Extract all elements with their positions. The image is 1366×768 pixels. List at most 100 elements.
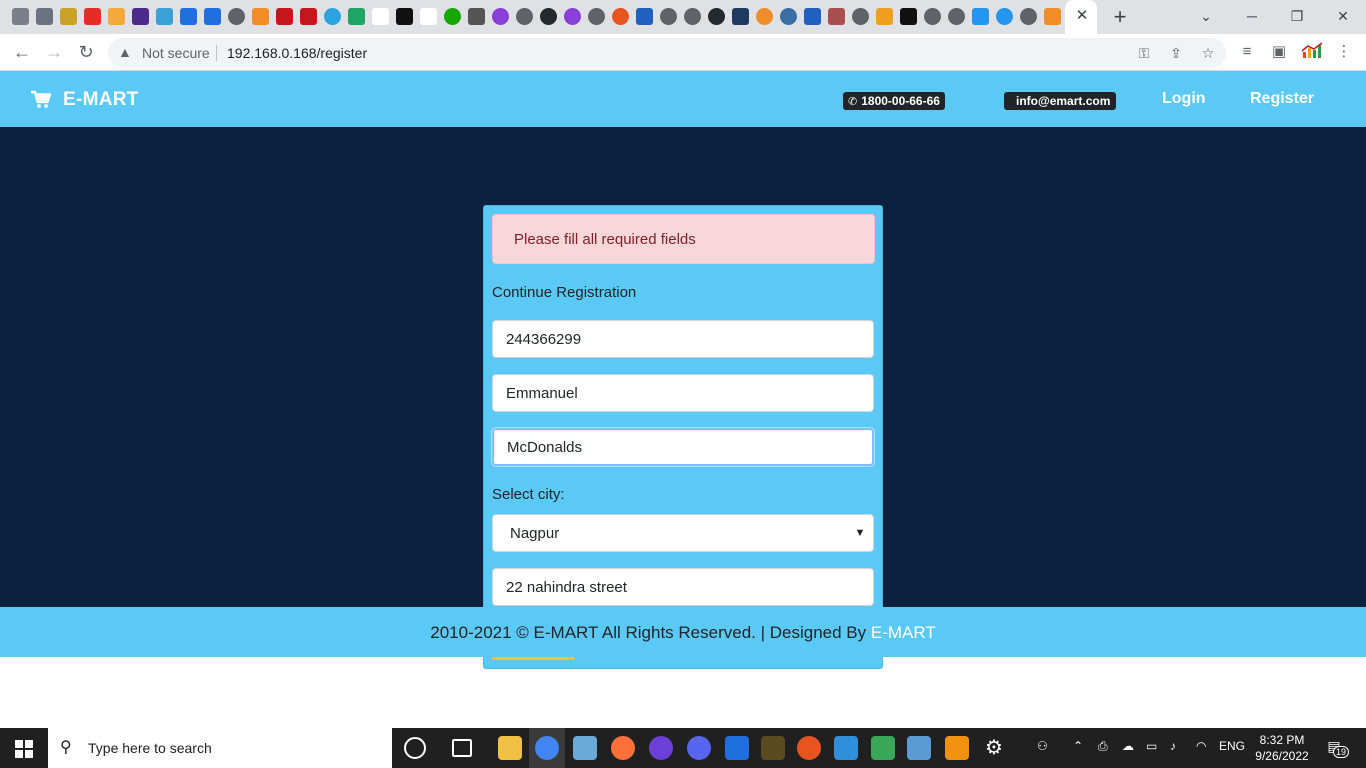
tab-favicon[interactable] xyxy=(1020,8,1037,25)
google-icon[interactable] xyxy=(420,8,437,25)
city-selected-value[interactable]: Nagpur xyxy=(510,525,559,542)
nav-login-link[interactable]: Login xyxy=(1162,90,1206,108)
close-tab-icon[interactable]: ✕ xyxy=(1074,7,1090,25)
reload-button[interactable]: ↻ xyxy=(74,40,98,64)
dev-icon[interactable] xyxy=(396,8,413,25)
last-name-input[interactable] xyxy=(492,428,874,466)
taskbar-clock[interactable]: 8:32 PM 9/26/2022 xyxy=(1254,732,1310,764)
volume-icon[interactable]: ♪ xyxy=(1170,739,1176,753)
tab-favicon[interactable] xyxy=(132,8,149,25)
chrome-icon[interactable] xyxy=(535,736,559,760)
tab-favicon[interactable] xyxy=(756,8,773,25)
tab-favicon[interactable] xyxy=(636,8,653,25)
docker-icon[interactable] xyxy=(972,8,989,25)
language-indicator[interactable]: ENG xyxy=(1219,739,1245,753)
tab-favicon[interactable] xyxy=(876,8,893,25)
tab-favicon[interactable] xyxy=(564,8,581,25)
tab-favicon[interactable] xyxy=(252,8,269,25)
tab-favicon[interactable] xyxy=(108,8,125,25)
close-window-button[interactable]: ✕ xyxy=(1331,5,1355,27)
phone-input[interactable] xyxy=(492,320,874,358)
taskbar-app-icon[interactable] xyxy=(797,736,821,760)
github-icon[interactable] xyxy=(540,8,557,25)
chevron-down-icon[interactable]: ▼ xyxy=(853,525,867,541)
back-button[interactable]: ← xyxy=(10,40,34,64)
virtualbox-icon[interactable] xyxy=(907,736,931,760)
tab-favicon[interactable] xyxy=(156,8,173,25)
sublime-icon[interactable] xyxy=(945,736,969,760)
new-tab-button[interactable]: + xyxy=(1108,4,1132,30)
menu-icon[interactable]: ⋮ xyxy=(1332,40,1356,64)
cortana-icon[interactable] xyxy=(404,737,426,759)
extension-chart-icon[interactable] xyxy=(1300,40,1326,62)
vscode-icon[interactable] xyxy=(834,736,858,760)
tab-favicon[interactable] xyxy=(780,8,797,25)
taskbar-app-icon[interactable] xyxy=(871,736,895,760)
tab-favicon[interactable] xyxy=(276,8,293,25)
taskbar-app-icon[interactable] xyxy=(725,736,749,760)
warning-icon[interactable]: ▲ xyxy=(118,43,134,61)
tab-favicon[interactable] xyxy=(36,8,53,25)
tray-cloud-icon[interactable]: ☁ xyxy=(1122,739,1134,753)
footer-brand-link[interactable]: E-MART xyxy=(871,623,936,642)
address-input[interactable] xyxy=(492,568,874,606)
youtube-icon[interactable] xyxy=(84,8,101,25)
firefox-icon[interactable] xyxy=(611,736,635,760)
reading-list-icon[interactable]: ≡ xyxy=(1235,40,1259,64)
tab-favicon[interactable] xyxy=(828,8,845,25)
restore-button[interactable]: ❐ xyxy=(1285,5,1309,27)
tab-favicon[interactable] xyxy=(804,8,821,25)
tab-favicon[interactable] xyxy=(900,8,917,25)
side-panel-icon[interactable]: ▣ xyxy=(1267,40,1291,64)
tab-favicon[interactable] xyxy=(996,8,1013,25)
taskbar-app-icon[interactable] xyxy=(649,736,673,760)
tab-favicon[interactable] xyxy=(204,8,221,25)
taskbar-app-icon[interactable] xyxy=(761,736,785,760)
forward-button[interactable]: → xyxy=(42,40,66,64)
city-select[interactable]: Nagpur ▼ xyxy=(492,514,874,552)
tab-favicon[interactable] xyxy=(492,8,509,25)
github-icon[interactable] xyxy=(708,8,725,25)
tab-search-icon[interactable]: ⌄ xyxy=(1194,5,1218,27)
first-name-input[interactable] xyxy=(492,374,874,412)
notification-center-button[interactable]: ▤ 19 xyxy=(1322,738,1350,758)
tab-favicon[interactable] xyxy=(948,8,965,25)
key-icon[interactable]: ⚿ xyxy=(1133,42,1155,64)
battery-icon[interactable]: ▭ xyxy=(1146,739,1157,753)
drive-icon[interactable] xyxy=(348,8,365,25)
minimize-button[interactable]: ─ xyxy=(1240,5,1264,27)
cart-icon[interactable] xyxy=(30,89,52,109)
tab-favicon[interactable] xyxy=(228,8,245,25)
upwork-icon[interactable] xyxy=(444,8,461,25)
taskbar-app-icon[interactable] xyxy=(573,736,597,760)
wifi-icon[interactable]: ◠ xyxy=(1196,739,1206,753)
tab-favicon[interactable] xyxy=(588,8,605,25)
brand-logo-link[interactable]: E-MART xyxy=(63,89,139,111)
tab-favicon[interactable] xyxy=(732,8,749,25)
tab-favicon[interactable] xyxy=(612,8,629,25)
tab-favicon[interactable] xyxy=(60,8,77,25)
tray-chevron-up-icon[interactable]: ⌃ xyxy=(1073,739,1083,753)
tab-favicon[interactable] xyxy=(660,8,677,25)
tab-favicon[interactable] xyxy=(924,8,941,25)
star-icon[interactable]: ☆ xyxy=(1197,42,1219,64)
discord-icon[interactable] xyxy=(687,736,711,760)
tab-favicon[interactable] xyxy=(468,8,485,25)
settings-gear-icon[interactable]: ⚙ xyxy=(982,736,1006,760)
nav-register-link[interactable]: Register xyxy=(1250,90,1314,108)
tray-device-icon[interactable]: ⎙ xyxy=(1098,739,1108,754)
url-text[interactable]: 192.168.0.168/register xyxy=(227,45,367,61)
windows-start-icon[interactable] xyxy=(15,740,33,758)
taskbar-search-box[interactable]: ⚲ Type here to search xyxy=(48,728,392,768)
tab-favicon[interactable] xyxy=(1044,8,1061,25)
security-label[interactable]: Not secure xyxy=(142,45,210,61)
share-icon[interactable]: ⇪ xyxy=(1165,42,1187,64)
tab-favicon[interactable] xyxy=(300,8,317,25)
address-bar[interactable]: ▲ Not secure 192.168.0.168/register ⚿ ⇪ … xyxy=(108,38,1226,67)
telegram-icon[interactable] xyxy=(324,8,341,25)
tab-favicon[interactable] xyxy=(516,8,533,25)
tab-favicon[interactable] xyxy=(684,8,701,25)
people-icon[interactable]: ⚇ xyxy=(1037,739,1048,753)
file-explorer-icon[interactable] xyxy=(498,736,522,760)
tab-favicon[interactable] xyxy=(852,8,869,25)
